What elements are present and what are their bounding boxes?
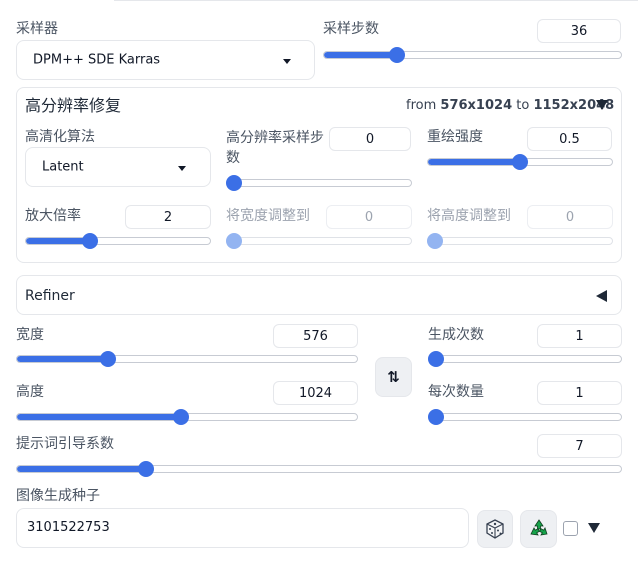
expand-triangle-icon[interactable] — [596, 290, 607, 302]
to-prefix: to — [516, 98, 530, 113]
batch-size-thumb[interactable] — [428, 409, 444, 425]
height-fill — [17, 414, 181, 420]
hires-steps-slider[interactable] — [226, 179, 412, 187]
refiner-panel[interactable] — [16, 275, 622, 315]
hires-title[interactable]: 高分辨率修复 — [25, 96, 121, 116]
cfg-thumb[interactable] — [138, 461, 154, 477]
batch-count-label: 生成次数 — [428, 327, 484, 343]
dice-icon — [486, 519, 504, 539]
height-input[interactable]: 1024 — [273, 381, 358, 405]
resize-height-input[interactable]: 0 — [527, 205, 613, 229]
denoise-fill — [428, 159, 520, 165]
steps-slider[interactable] — [323, 51, 622, 59]
recycle-icon — [529, 519, 548, 536]
upscaler-value: Latent — [42, 159, 84, 175]
batch-size-label: 每次数量 — [428, 384, 484, 400]
hires-steps-input[interactable]: 0 — [329, 127, 411, 151]
steps-input[interactable]: 36 — [537, 19, 621, 43]
cfg-input[interactable]: 7 — [537, 434, 622, 458]
chevron-down-icon — [178, 166, 186, 171]
resize-height-slider[interactable] — [427, 237, 613, 245]
extra-seed-checkbox[interactable] — [563, 521, 578, 536]
resize-width-label: 将宽度调整到 — [226, 208, 310, 224]
reuse-seed-button[interactable] — [520, 510, 557, 548]
scale-label: 放大倍率 — [25, 208, 81, 224]
scale-thumb[interactable] — [82, 233, 98, 249]
hires-steps-thumb[interactable] — [226, 175, 242, 191]
steps-label: 采样步数 — [323, 21, 379, 37]
tab-edge — [114, 0, 638, 1]
resize-height-thumb[interactable] — [427, 233, 443, 249]
denoise-input[interactable]: 0.5 — [527, 127, 612, 151]
resize-width-input[interactable]: 0 — [326, 205, 412, 229]
from-value: 576x1024 — [440, 98, 513, 113]
width-fill — [17, 356, 109, 362]
collapse-triangle-icon[interactable] — [596, 100, 608, 110]
scale-slider[interactable] — [25, 237, 211, 245]
from-prefix: from — [406, 98, 437, 113]
hires-steps-label: 高分辨率采样步数 — [226, 130, 324, 166]
cfg-label: 提示词引导系数 — [16, 436, 114, 452]
width-slider[interactable] — [16, 355, 358, 363]
random-seed-button[interactable] — [477, 510, 513, 548]
height-thumb[interactable] — [173, 409, 189, 425]
sampler-dropdown[interactable]: DPM++ SDE Karras — [16, 40, 315, 80]
width-input[interactable]: 576 — [273, 324, 358, 348]
hires-size-info: from 576x1024 to 1152x2048 — [406, 97, 614, 115]
cfg-fill — [17, 466, 144, 472]
chevron-down-icon — [283, 59, 291, 64]
batch-size-input[interactable]: 1 — [537, 381, 622, 405]
refiner-label: Refiner — [25, 288, 75, 304]
swap-arrows-icon: ⇅ — [387, 368, 400, 386]
upscaler-label: 高清化算法 — [25, 129, 95, 145]
seed-input[interactable]: 3101522753 — [16, 508, 469, 548]
batch-size-slider[interactable] — [428, 413, 622, 421]
resize-width-thumb[interactable] — [226, 233, 242, 249]
width-thumb[interactable] — [100, 351, 116, 367]
width-label: 宽度 — [16, 327, 44, 343]
extra-seed-triangle-icon[interactable] — [588, 523, 600, 533]
upscaler-dropdown[interactable]: Latent — [25, 147, 211, 187]
denoise-thumb[interactable] — [512, 154, 528, 170]
scale-input[interactable]: 2 — [125, 205, 211, 229]
steps-fill — [324, 52, 396, 58]
batch-count-input[interactable]: 1 — [537, 324, 622, 348]
cfg-slider[interactable] — [16, 465, 622, 473]
swap-dimensions-button[interactable]: ⇅ — [375, 357, 412, 397]
height-label: 高度 — [16, 384, 44, 400]
sampler-label: 采样器 — [16, 21, 58, 37]
resize-width-slider[interactable] — [226, 237, 412, 245]
scale-fill — [26, 238, 91, 244]
resize-height-label: 将高度调整到 — [427, 208, 511, 224]
sampler-value: DPM++ SDE Karras — [33, 52, 161, 68]
steps-thumb[interactable] — [389, 47, 405, 63]
denoise-label: 重绘强度 — [427, 129, 483, 145]
batch-count-slider[interactable] — [428, 355, 622, 363]
seed-label: 图像生成种子 — [16, 488, 100, 504]
batch-count-thumb[interactable] — [428, 351, 444, 367]
